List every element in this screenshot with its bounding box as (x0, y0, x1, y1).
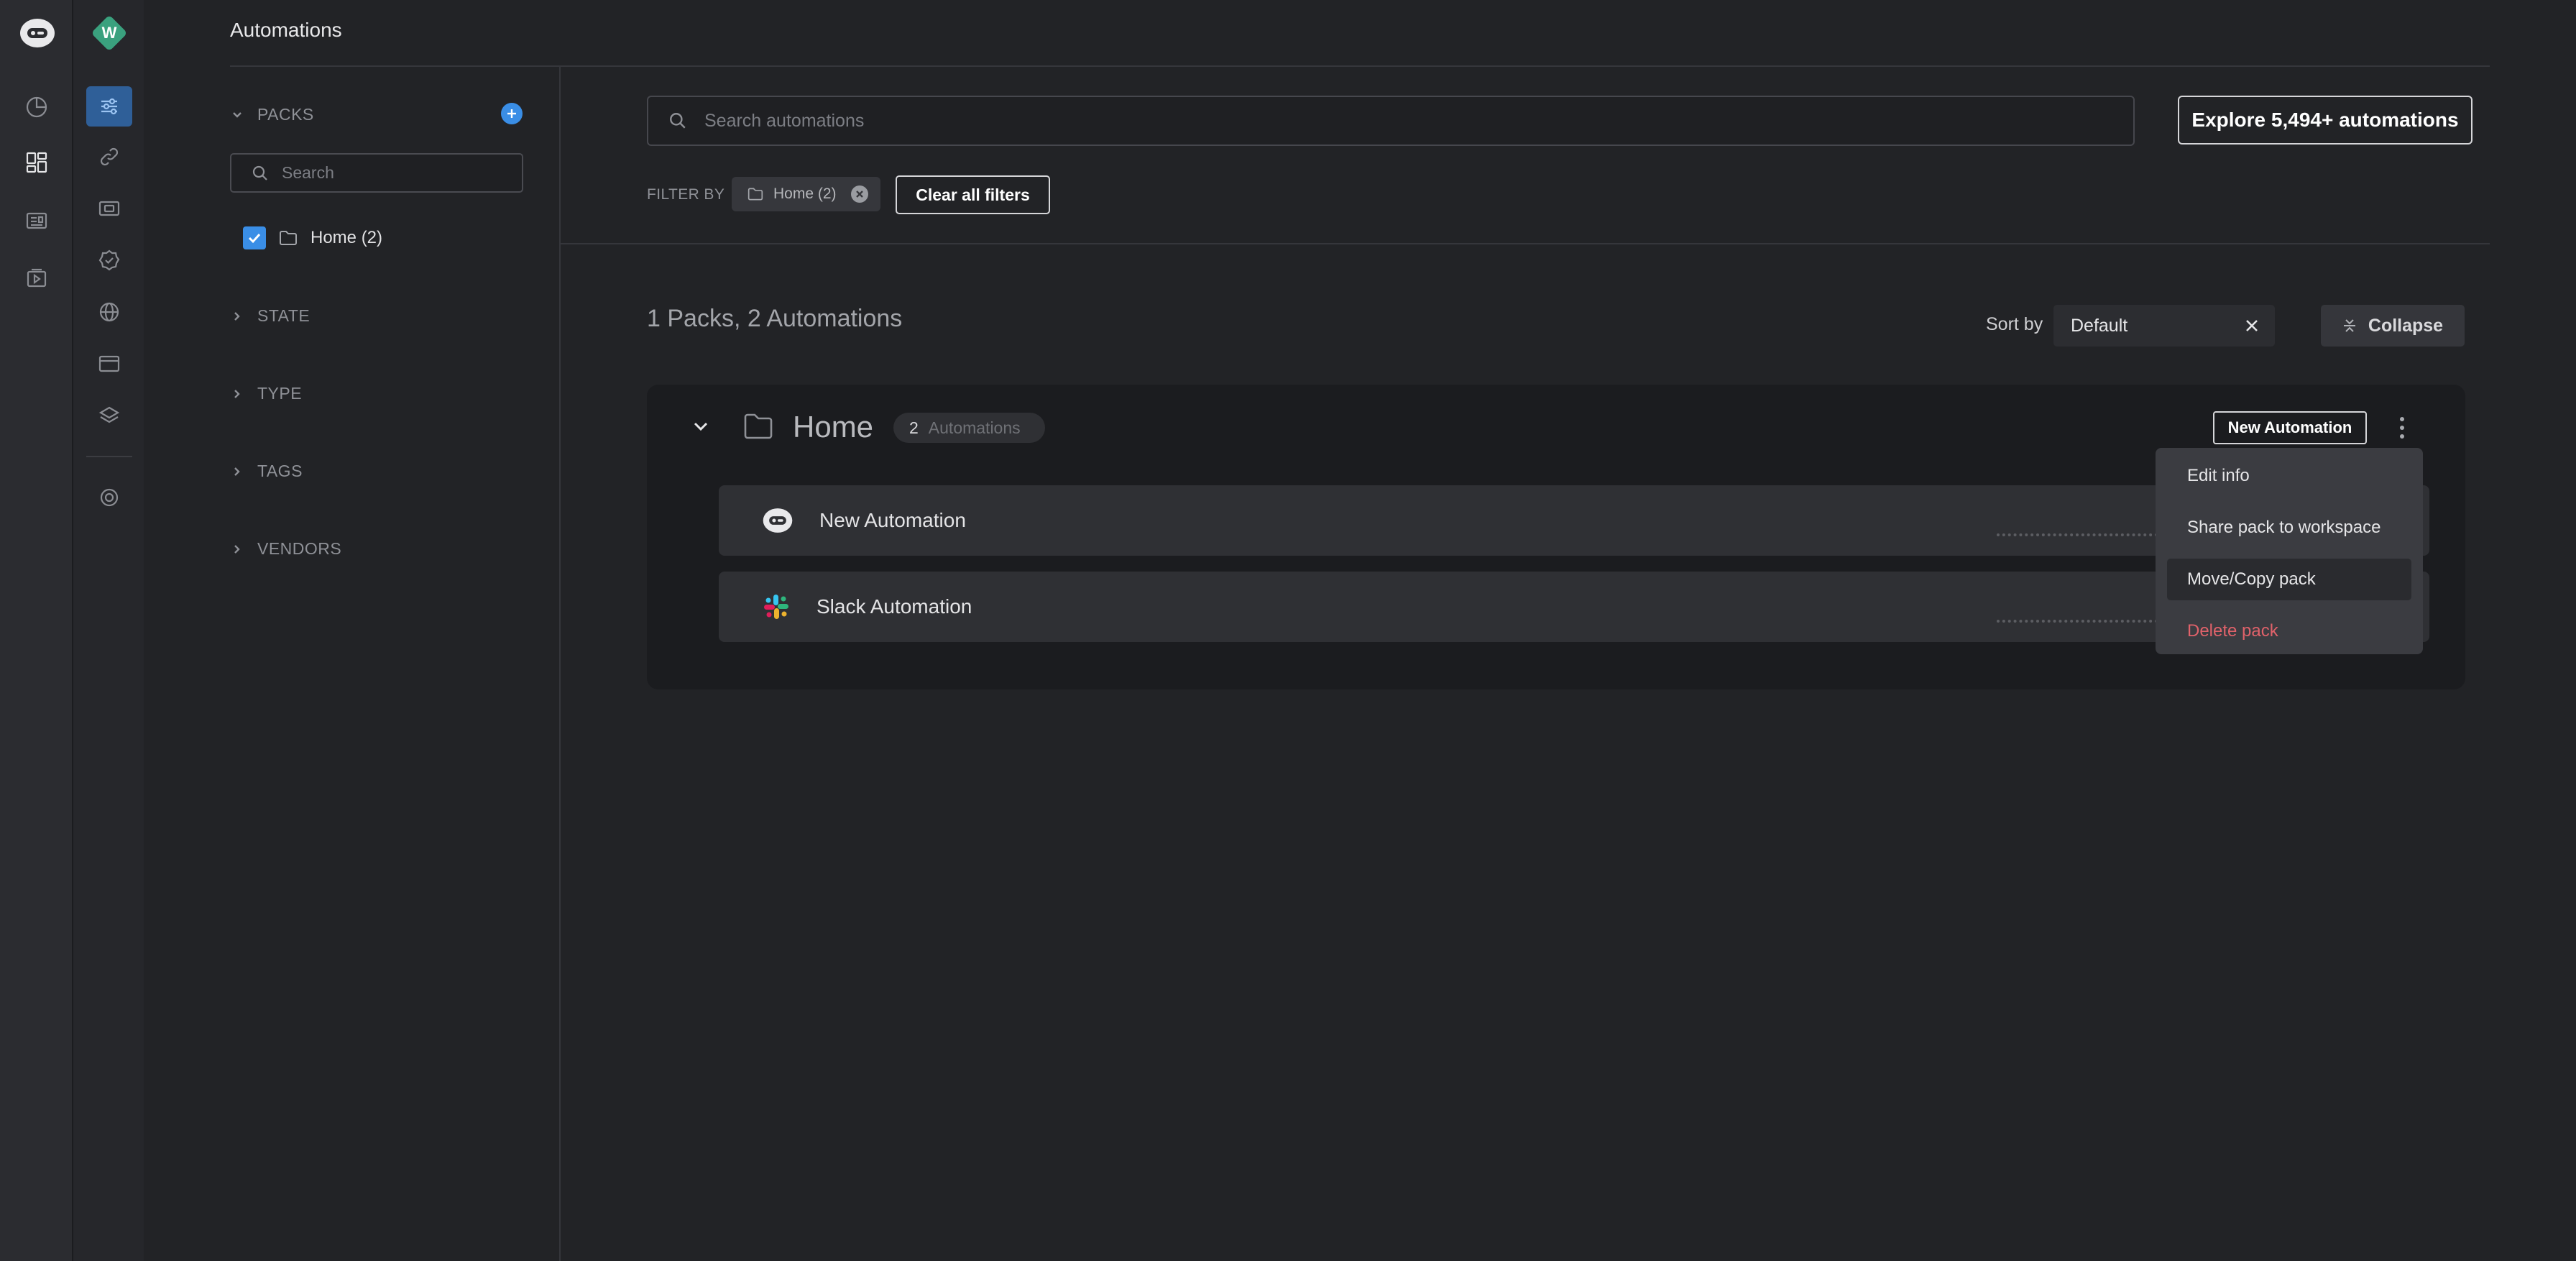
pack-filter-item[interactable]: Home (2) (243, 226, 382, 249)
rail-divider (86, 456, 132, 457)
clear-sort-icon[interactable] (2245, 318, 2259, 333)
state-section-label: STATE (257, 306, 310, 325)
automation-status-placeholder (1997, 533, 2169, 536)
search-icon (252, 165, 267, 180)
automation-status-placeholder (1997, 620, 2169, 623)
pie-chart-icon[interactable] (23, 93, 50, 121)
chevron-right-icon (234, 389, 240, 398)
folder-icon (280, 231, 297, 245)
slack-icon (764, 595, 788, 619)
page-title: Automations (230, 19, 342, 41)
close-icon (855, 191, 863, 198)
kebab-dot (2400, 417, 2404, 421)
chevron-down-icon (694, 422, 708, 431)
collapse-icon (2343, 319, 2355, 332)
plus-icon (507, 109, 516, 118)
menu-item-delete-pack[interactable]: Delete pack (2167, 610, 2411, 652)
pack-filter-label: Home (2) (310, 228, 383, 247)
bot-logo-icon (763, 508, 793, 533)
browser-window-icon[interactable] (98, 351, 121, 377)
tags-section-toggle[interactable]: TAGS (231, 462, 303, 481)
filters-panel-divider (559, 65, 561, 1261)
folder-icon (748, 188, 763, 201)
pack-search-field[interactable] (230, 153, 523, 193)
pack-count-label: Automations (928, 418, 1021, 437)
sort-value: Default (2071, 315, 2128, 336)
badge-check-icon[interactable] (98, 247, 121, 273)
pack-search-input[interactable] (282, 163, 512, 183)
kebab-dot (2400, 426, 2404, 430)
tags-section-label: TAGS (257, 462, 303, 480)
toolbar-divider (561, 243, 2490, 244)
chevron-right-icon (234, 311, 240, 321)
clear-filters-button[interactable]: Clear all filters (896, 175, 1050, 214)
pack-collapse-toggle[interactable] (690, 416, 712, 437)
ticket-icon[interactable] (98, 196, 121, 221)
link-icon[interactable] (98, 144, 121, 170)
filter-by-label: FILTER BY (647, 186, 725, 203)
kebab-dot (2400, 434, 2404, 439)
chevron-right-icon (234, 467, 240, 476)
vendors-section-label: VENDORS (257, 539, 342, 558)
pack-folder-icon (743, 413, 773, 440)
explore-automations-button[interactable]: Explore 5,494+ automations (2178, 96, 2472, 145)
globe-icon[interactable] (98, 299, 121, 325)
checkmark-icon (248, 233, 261, 244)
layers-icon[interactable] (98, 403, 121, 428)
news-icon[interactable] (23, 207, 50, 234)
add-pack-button[interactable] (501, 103, 523, 124)
automation-name: Slack Automation (816, 595, 972, 618)
chevron-right-icon (234, 544, 240, 554)
pack-more-menu-button[interactable] (2393, 411, 2411, 444)
sort-select[interactable]: Default (2053, 305, 2275, 347)
type-section-toggle[interactable]: TYPE (231, 384, 302, 403)
menu-item-share-pack[interactable]: Share pack to workspace (2167, 507, 2411, 549)
automations-icon[interactable] (98, 93, 121, 119)
play-box-icon[interactable] (23, 265, 50, 292)
pack-count: 2 (909, 418, 919, 437)
chevron-down-icon (233, 111, 242, 118)
header-divider (230, 65, 2490, 67)
workspace-badge[interactable]: W (89, 13, 129, 53)
vendors-section-toggle[interactable]: VENDORS (231, 539, 341, 559)
type-section-label: TYPE (257, 384, 303, 403)
automation-search-input[interactable] (704, 110, 2070, 132)
packs-section-toggle[interactable]: PACKS (231, 105, 314, 124)
settings-icon[interactable] (98, 485, 121, 510)
pack-title: Home (793, 410, 874, 444)
new-automation-button[interactable]: New Automation (2213, 411, 2367, 444)
collapse-label: Collapse (2368, 315, 2444, 336)
state-section-toggle[interactable]: STATE (231, 306, 310, 326)
bot-logo-icon[interactable] (19, 17, 56, 49)
automation-search-field[interactable] (647, 96, 2135, 146)
menu-item-edit-info[interactable]: Edit info (2167, 455, 2411, 497)
automation-name: New Automation (819, 509, 966, 531)
remove-filter-button[interactable] (850, 185, 868, 203)
secondary-rail (73, 0, 144, 1261)
packs-section-label: PACKS (257, 105, 314, 124)
result-count: 1 Packs, 2 Automations (647, 305, 903, 332)
collapse-button[interactable]: Collapse (2321, 305, 2465, 347)
sort-by-label: Sort by (1986, 314, 2043, 334)
search-icon (670, 113, 686, 129)
workspace-initial: W (101, 24, 117, 42)
pack-count-badge: 2 Automations (893, 413, 1045, 443)
pack-filter-checkbox[interactable] (243, 226, 266, 249)
filter-chip-label: Home (2) (773, 185, 837, 202)
menu-item-move-copy-pack[interactable]: Move/Copy pack (2167, 559, 2411, 600)
pack-context-menu: Edit info Share pack to workspace Move/C… (2156, 448, 2423, 654)
dashboard-grid-icon[interactable] (23, 149, 50, 176)
active-filter-chip: Home (2) (732, 177, 880, 211)
primary-rail (0, 0, 73, 1261)
